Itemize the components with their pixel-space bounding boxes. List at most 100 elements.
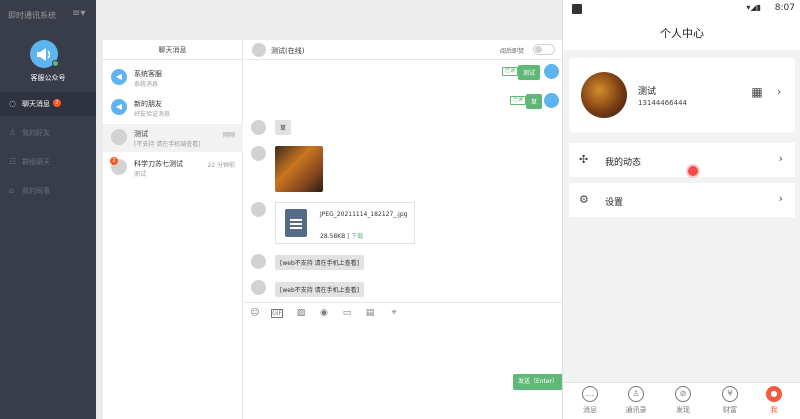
nav-groups[interactable]: ☷ 群组聊天: [0, 150, 96, 174]
avatar: [111, 129, 127, 145]
conversation-item[interactable]: 2 科学刀苏七测试 测试 22 分钟前: [103, 154, 243, 182]
compass-icon: ⊘: [675, 386, 691, 402]
chat-area: 测试(在线) 阅后即焚 已读 测试 已读 草 草 JPEG_20211114_1…: [244, 40, 562, 419]
yen-icon: ¥: [722, 386, 738, 402]
menu-toggle-icon[interactable]: ≡▾: [72, 8, 85, 19]
conversation-item[interactable]: ◀ 新的朋友 好友验证消息: [103, 94, 243, 122]
smile-icon[interactable]: ☺: [249, 307, 261, 319]
file-message[interactable]: JPEG_20211114_182127_.jpg 28.58KB | 下载: [275, 202, 415, 244]
colleague-icon: ⌂: [9, 186, 15, 195]
chevron-right-icon: ›: [778, 152, 783, 165]
conversation-name: 科学刀苏七测试: [134, 160, 183, 168]
message-bubble[interactable]: 草: [526, 94, 543, 109]
account-name: 客服公众号: [30, 74, 66, 82]
tab-wealth[interactable]: ¥ 财富: [710, 386, 750, 415]
status-time: 8:07: [774, 3, 795, 13]
chevron-right-icon: ›: [778, 192, 783, 205]
message-bubble[interactable]: [web不支持 请在手机上查看]: [275, 282, 364, 297]
nav-friends[interactable]: ♙ 我的好友: [0, 121, 96, 145]
profile-card[interactable]: 测试 13144466444 ▦ ›: [569, 58, 795, 133]
location-icon[interactable]: ⌖: [388, 307, 400, 319]
avatar: [251, 280, 266, 295]
nav-chat-messages[interactable]: ◌ 聊天消息 2: [0, 92, 96, 116]
card-icon[interactable]: ▤: [364, 307, 376, 319]
avatar: [251, 202, 266, 217]
file-separator: |: [347, 233, 350, 240]
tab-messages[interactable]: … 消息: [570, 386, 610, 415]
status-bar: ▾◢▮ 8:07: [563, 0, 800, 18]
settings-icon: ⚙: [579, 193, 589, 206]
tab-me[interactable]: ● 我: [754, 386, 794, 415]
notification-icon: [572, 4, 582, 14]
conversation-item[interactable]: 测试 [不支持 请在手机端查看] 刚刚: [103, 124, 243, 152]
page-title: 个人中心: [563, 18, 800, 50]
chat-window: 聊天消息 ◀ 系统客服 系统消息 ◀ 新的朋友 好友验证消息 测试 [不支持 请…: [103, 40, 563, 419]
message-bubble[interactable]: [web不支持 请在手机上查看]: [275, 255, 364, 270]
tab-discover[interactable]: ⊘ 发现: [663, 386, 703, 415]
chat-icon: ◌: [9, 99, 16, 108]
contacts-icon: ♙: [628, 386, 644, 402]
gif-icon[interactable]: GIF: [271, 309, 283, 318]
signal-battery-icon: ▾◢▮: [746, 3, 761, 12]
profile-name: 测试: [638, 87, 657, 97]
nav-label: 我的好友: [22, 129, 50, 137]
image-message[interactable]: [275, 146, 323, 192]
app-brand: 即时通讯系统: [8, 11, 56, 20]
conversation-time: 22 分钟前: [207, 162, 235, 169]
tab-label: 财富: [723, 406, 737, 414]
avatar: [251, 146, 266, 161]
conversation-preview: 好友验证消息: [134, 111, 171, 118]
avatar: [251, 120, 266, 135]
tab-contacts[interactable]: ♙ 通讯录: [616, 386, 656, 415]
burn-after-reading-toggle[interactable]: [533, 44, 555, 55]
nav-label: 聊天消息: [22, 100, 50, 108]
tab-label: 我: [770, 406, 778, 414]
nav-label: 群组聊天: [22, 158, 50, 166]
conversation-name: 系统客服: [134, 70, 162, 78]
avatar: [544, 93, 559, 108]
row-label: 我的动态: [605, 158, 642, 168]
my-moments-row[interactable]: ✣ 我的动态 ›: [569, 143, 795, 177]
mobile-view: ▾◢▮ 8:07 个人中心 测试 13144466444 ▦ › ✣ 我的动态 …: [562, 0, 800, 419]
pinwheel-icon: ✣: [579, 153, 589, 166]
conversation-time: 刚刚: [222, 132, 235, 139]
conversation-item[interactable]: ◀ 系统客服 系统消息: [103, 64, 243, 92]
audio-icon[interactable]: ◉: [318, 307, 330, 319]
conversation-list: 聊天消息 ◀ 系统客服 系统消息 ◀ 新的朋友 好友验证消息 测试 [不支持 请…: [103, 40, 243, 419]
file-name: JPEG_20211114_182127_.jpg: [320, 211, 408, 218]
user-icon: ♙: [9, 128, 17, 137]
profile-phone: 13144466444: [638, 99, 687, 107]
message-bubble[interactable]: 草: [275, 120, 292, 135]
download-link[interactable]: 下载: [351, 233, 363, 240]
conversation-preview: 测试: [134, 171, 147, 178]
message-bubble[interactable]: 测试: [518, 65, 541, 80]
document-icon: [285, 209, 307, 237]
qr-code-icon[interactable]: ▦: [749, 84, 765, 100]
chat-toolbar: ☺ GIF ▨ ◉ ▭ ▤ ⌖: [244, 302, 562, 322]
tab-label: 通讯录: [625, 406, 647, 414]
message-icon: …: [582, 386, 598, 402]
chat-header: 测试(在线) 阅后即焚: [244, 40, 562, 60]
chevron-right-icon: ›: [777, 85, 782, 98]
conversation-name: 新的朋友: [134, 100, 162, 108]
tab-label: 消息: [583, 406, 597, 414]
nav-colleagues[interactable]: ⌂ 我的同事: [0, 179, 96, 203]
me-icon: ●: [766, 386, 782, 402]
burn-after-reading-label: 阅后即焚: [500, 48, 525, 55]
nav-label: 我的同事: [22, 187, 50, 195]
file-icon[interactable]: ▭: [341, 307, 353, 319]
tab-label: 发现: [676, 406, 690, 414]
send-button[interactable]: 发送（Enter）: [513, 374, 563, 390]
left-sidebar: 即时通讯系统 ≡▾ 客服公众号 ◌ 聊天消息 2 ♙ 我的好友 ☷ 群组聊天 ⌂ …: [0, 0, 96, 419]
unread-badge: 2: [53, 99, 61, 107]
megaphone-icon: ◀: [111, 69, 127, 85]
read-receipt: 已读: [502, 67, 519, 76]
row-label: 设置: [605, 198, 624, 208]
image-icon[interactable]: ▨: [295, 307, 307, 319]
account-avatar[interactable]: [30, 40, 59, 68]
file-size: 28.58KB | 下载: [320, 231, 363, 240]
avatar: [581, 72, 627, 118]
avatar: [251, 254, 266, 269]
conversation-preview: [不支持 请在手机端查看]: [134, 141, 201, 148]
settings-row[interactable]: ⚙ 设置 ›: [569, 183, 795, 217]
